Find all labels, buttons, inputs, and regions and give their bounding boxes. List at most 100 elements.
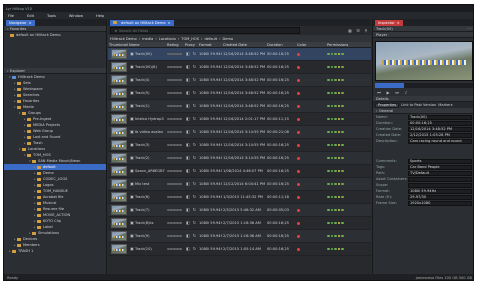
sync-icon[interactable]: ↻ bbox=[193, 247, 196, 251]
proxy-icon[interactable]: ◧ bbox=[186, 208, 190, 212]
menu-edit[interactable]: Edit bbox=[25, 14, 36, 18]
proxy-icon[interactable]: ◧ bbox=[186, 247, 190, 251]
breadcrumb-item[interactable]: TOM_HOS bbox=[181, 37, 199, 41]
tab-link-past-version[interactable]: Link to Past Version bbox=[401, 103, 436, 107]
property-value-field[interactable]: 1080i 59.94Hz bbox=[408, 188, 472, 194]
proxy-icon[interactable]: ◧ bbox=[186, 65, 190, 69]
table-row[interactable]: ▣Track(7) ◧↻1080i 59.94Hz2/5/2015 5:46:32… bbox=[108, 204, 371, 217]
column-header[interactable]: Name bbox=[128, 43, 166, 47]
property-value-field[interactable]: Cars racing round and round bbox=[408, 138, 472, 144]
property-value-field[interactable]: 00:00:16;25 bbox=[408, 120, 472, 126]
video-thumbnail[interactable] bbox=[111, 231, 127, 241]
video-thumbnail[interactable] bbox=[111, 101, 127, 111]
sync-icon[interactable]: ↻ bbox=[193, 156, 196, 160]
column-header[interactable]: Duration bbox=[266, 43, 296, 47]
table-row[interactable]: ▣Track(8)ks ◧↻1080i 59.94Hz2/7/2015 1:16:… bbox=[108, 217, 371, 230]
property-value-field[interactable]: 29.97/30 bbox=[408, 194, 472, 200]
breadcrumb-item[interactable]: Locations bbox=[159, 37, 176, 41]
rating-star[interactable] bbox=[179, 208, 182, 212]
column-header[interactable]: Rating bbox=[166, 43, 184, 47]
property-value-field[interactable]: 12/16/2014 3:48:52 PM bbox=[408, 126, 472, 132]
rating-star[interactable] bbox=[179, 78, 182, 82]
rating-stars[interactable] bbox=[166, 169, 184, 173]
timeline-scrubber[interactable] bbox=[375, 83, 473, 88]
video-thumbnail[interactable] bbox=[111, 166, 127, 176]
color-label-dot[interactable] bbox=[297, 182, 300, 186]
rating-stars[interactable] bbox=[166, 78, 184, 82]
property-value-field[interactable] bbox=[408, 176, 472, 182]
property-value-field[interactable] bbox=[408, 182, 472, 188]
table-row[interactable]: ▣Mix test ◧↻1080i 59.94Hz12/12/2014 6:04:… bbox=[108, 178, 371, 191]
rating-stars[interactable] bbox=[166, 195, 184, 199]
tab-markers[interactable]: Markers bbox=[438, 103, 452, 107]
color-label-dot[interactable] bbox=[297, 221, 300, 225]
sync-icon[interactable]: ↻ bbox=[193, 104, 196, 108]
sync-icon[interactable]: ↻ bbox=[193, 91, 196, 95]
color-label-dot[interactable] bbox=[297, 52, 300, 56]
more-actions-icon[interactable]: ⋯ bbox=[467, 26, 471, 31]
sync-icon[interactable]: ↻ bbox=[193, 182, 196, 186]
proxy-icon[interactable]: ◧ bbox=[186, 156, 190, 160]
table-row[interactable]: ▣Track(9) ◧↻1080i 59.94Hz2/7/2015 1:16:36… bbox=[108, 230, 371, 243]
menu-help[interactable]: Help bbox=[94, 14, 106, 18]
rating-star[interactable] bbox=[179, 104, 182, 108]
rating-star[interactable] bbox=[179, 247, 182, 251]
tree-item[interactable]: ▸ TRASH 1 bbox=[4, 248, 106, 254]
proxy-icon[interactable]: ◧ bbox=[186, 130, 190, 134]
proxy-icon[interactable]: ◧ bbox=[186, 221, 190, 225]
color-label-dot[interactable] bbox=[297, 234, 300, 238]
rating-star[interactable] bbox=[179, 130, 182, 134]
video-thumbnail[interactable] bbox=[111, 127, 127, 137]
table-row[interactable]: ▣Track(1) ◧↻1080i 59.94Hz12/16/2014 3:48:… bbox=[108, 100, 371, 113]
proxy-icon[interactable]: ◧ bbox=[186, 52, 190, 56]
proxy-icon[interactable]: ◧ bbox=[186, 182, 190, 186]
rating-stars[interactable] bbox=[166, 208, 184, 212]
sync-icon[interactable]: ↻ bbox=[193, 169, 196, 173]
video-thumbnail[interactable] bbox=[111, 114, 127, 124]
table-row[interactable]: ▣Track(6) ◧↻1080i 59.94Hz1/3/2015 11:45:3… bbox=[108, 191, 371, 204]
video-thumbnail[interactable] bbox=[111, 205, 127, 215]
rating-star[interactable] bbox=[179, 91, 182, 95]
breadcrumb-item[interactable]: default bbox=[204, 37, 217, 41]
sync-icon[interactable]: ↻ bbox=[193, 78, 196, 82]
filter-icon[interactable]: ⚲ bbox=[364, 28, 368, 33]
color-label-dot[interactable] bbox=[297, 104, 300, 108]
sync-icon[interactable]: ↻ bbox=[193, 65, 196, 69]
video-thumbnail[interactable] bbox=[111, 88, 127, 98]
menu-file[interactable]: File bbox=[6, 14, 16, 18]
skip-forward-icon[interactable]: ⏭ bbox=[395, 91, 399, 95]
rating-star[interactable] bbox=[179, 156, 182, 160]
rating-stars[interactable] bbox=[166, 221, 184, 225]
color-label-dot[interactable] bbox=[297, 117, 300, 121]
rating-stars[interactable] bbox=[166, 117, 184, 121]
rating-stars[interactable] bbox=[166, 130, 184, 134]
video-thumbnail[interactable] bbox=[111, 179, 127, 189]
rating-stars[interactable] bbox=[166, 52, 184, 56]
video-preview[interactable] bbox=[375, 41, 473, 81]
color-label-dot[interactable] bbox=[297, 208, 300, 212]
volume-icon[interactable]: ♪ bbox=[404, 91, 408, 95]
description-area[interactable] bbox=[373, 144, 473, 158]
color-label-dot[interactable] bbox=[297, 169, 300, 173]
table-row[interactable]: ▣Track(00) ◧↻1080i 59.94Hz12/16/2014 3:48… bbox=[108, 48, 371, 61]
table-row[interactable]: ▣Track(3) ◧↻1080i 59.94Hz12/16/2014 3:14:… bbox=[108, 139, 371, 152]
column-header[interactable]: Permissions bbox=[326, 43, 371, 47]
table-row[interactable]: ▣Saxon_AR6EGB7 ◧↻1080i 59.94Hz1/08/2014 4… bbox=[108, 165, 371, 178]
table-row[interactable]: ▣Track(5) ◧↻1080i 59.94Hz12/16/2014 3:48:… bbox=[108, 87, 371, 100]
property-value-field[interactable]: 2/12/2015 1:03:28 PM bbox=[408, 132, 472, 138]
color-label-dot[interactable] bbox=[297, 91, 300, 95]
proxy-icon[interactable]: ◧ bbox=[186, 234, 190, 238]
play-icon[interactable]: ▶ bbox=[386, 91, 390, 95]
color-label-dot[interactable] bbox=[297, 156, 300, 160]
proxy-icon[interactable]: ◧ bbox=[186, 78, 190, 82]
sync-icon[interactable]: ↻ bbox=[193, 208, 196, 212]
video-thumbnail[interactable] bbox=[111, 140, 127, 150]
inspector-tab[interactable]: Inspector × bbox=[375, 19, 403, 26]
proxy-icon[interactable]: ◧ bbox=[186, 143, 190, 147]
property-value-field[interactable]: Car Band People bbox=[408, 164, 472, 170]
table-row[interactable]: ▣Ib vidiso avalan ◧↻1080i 59.94Hz12/16/20… bbox=[108, 126, 371, 139]
proxy-icon[interactable]: ◧ bbox=[186, 195, 190, 199]
tab-properties[interactable]: Properties bbox=[375, 102, 400, 108]
rating-star[interactable] bbox=[179, 182, 182, 186]
rating-stars[interactable] bbox=[166, 156, 184, 160]
